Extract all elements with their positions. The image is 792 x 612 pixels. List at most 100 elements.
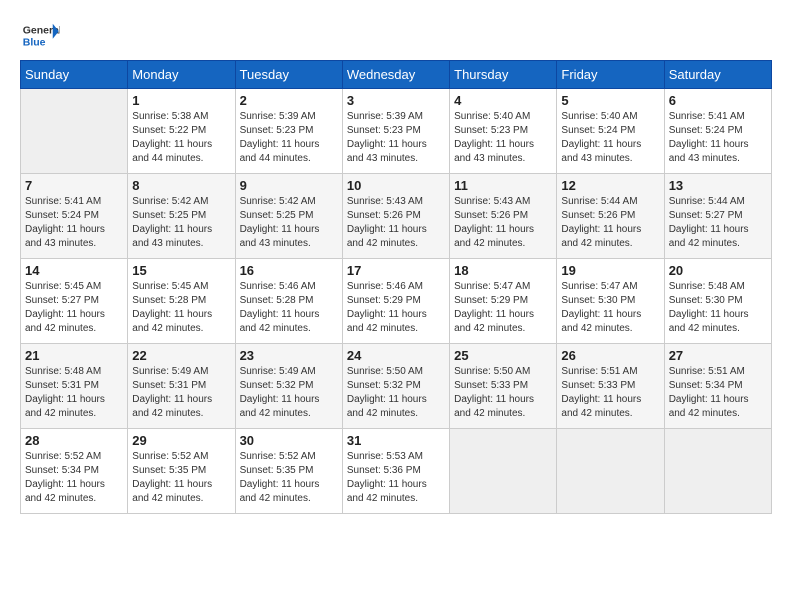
day-info: Sunrise: 5:44 AMSunset: 5:26 PMDaylight:… xyxy=(561,195,659,251)
calendar-cell xyxy=(664,429,771,514)
day-number: 3 xyxy=(347,93,445,108)
day-number: 23 xyxy=(240,348,338,363)
calendar-cell: 1Sunrise: 5:38 AMSunset: 5:22 PMDaylight… xyxy=(128,89,235,174)
calendar-table: SundayMondayTuesdayWednesdayThursdayFrid… xyxy=(20,60,772,514)
day-info: Sunrise: 5:49 AMSunset: 5:31 PMDaylight:… xyxy=(132,365,230,421)
header-sunday: Sunday xyxy=(21,61,128,89)
calendar-cell xyxy=(450,429,557,514)
calendar-cell: 22 Sunrise: 5:49 AMSunset: 5:31 PMDayligh… xyxy=(128,344,235,429)
day-info: Sunrise: 5:42 AMSunset: 5:25 PMDaylight:… xyxy=(240,195,338,251)
week-row-2: 7 Sunrise: 5:41 AMSunset: 5:24 PMDaylight… xyxy=(21,174,772,259)
calendar-cell: 27 Sunrise: 5:51 AMSunset: 5:34 PMDayligh… xyxy=(664,344,771,429)
day-number: 15 xyxy=(132,263,230,278)
calendar-cell: 18 Sunrise: 5:47 AMSunset: 5:29 PMDayligh… xyxy=(450,259,557,344)
day-info: Sunrise: 5:43 AMSunset: 5:26 PMDaylight:… xyxy=(454,195,552,251)
day-info: Sunrise: 5:50 AMSunset: 5:33 PMDaylight:… xyxy=(454,365,552,421)
week-row-5: 28 Sunrise: 5:52 AMSunset: 5:34 PMDayligh… xyxy=(21,429,772,514)
calendar-cell: 8 Sunrise: 5:42 AMSunset: 5:25 PMDaylight… xyxy=(128,174,235,259)
day-info: Sunrise: 5:46 AMSunset: 5:29 PMDaylight:… xyxy=(347,280,445,336)
day-info: Sunrise: 5:44 AMSunset: 5:27 PMDaylight:… xyxy=(669,195,767,251)
day-number: 18 xyxy=(454,263,552,278)
calendar-cell: 6 Sunrise: 5:41 AMSunset: 5:24 PMDaylight… xyxy=(664,89,771,174)
day-number: 10 xyxy=(347,178,445,193)
day-number: 17 xyxy=(347,263,445,278)
header-wednesday: Wednesday xyxy=(342,61,449,89)
week-row-1: 1Sunrise: 5:38 AMSunset: 5:22 PMDaylight… xyxy=(21,89,772,174)
day-number: 26 xyxy=(561,348,659,363)
day-info: Sunrise: 5:40 AMSunset: 5:23 PMDaylight:… xyxy=(454,110,552,166)
day-number: 13 xyxy=(669,178,767,193)
header-saturday: Saturday xyxy=(664,61,771,89)
day-number: 5 xyxy=(561,93,659,108)
week-row-4: 21Sunrise: 5:48 AMSunset: 5:31 PMDayligh… xyxy=(21,344,772,429)
week-row-3: 14 Sunrise: 5:45 AMSunset: 5:27 PMDayligh… xyxy=(21,259,772,344)
calendar-cell: 28 Sunrise: 5:52 AMSunset: 5:34 PMDayligh… xyxy=(21,429,128,514)
calendar-cell: 11 Sunrise: 5:43 AMSunset: 5:26 PMDayligh… xyxy=(450,174,557,259)
calendar-cell: 15Sunrise: 5:45 AMSunset: 5:28 PMDayligh… xyxy=(128,259,235,344)
calendar-cell: 14 Sunrise: 5:45 AMSunset: 5:27 PMDayligh… xyxy=(21,259,128,344)
header-monday: Monday xyxy=(128,61,235,89)
day-number: 27 xyxy=(669,348,767,363)
calendar-cell: 20 Sunrise: 5:48 AMSunset: 5:30 PMDayligh… xyxy=(664,259,771,344)
day-info: Sunrise: 5:52 AMSunset: 5:34 PMDaylight:… xyxy=(25,450,123,506)
day-number: 20 xyxy=(669,263,767,278)
day-number: 24 xyxy=(347,348,445,363)
calendar-cell: 19 Sunrise: 5:47 AMSunset: 5:30 PMDayligh… xyxy=(557,259,664,344)
day-number: 25 xyxy=(454,348,552,363)
header-friday: Friday xyxy=(557,61,664,89)
svg-text:Blue: Blue xyxy=(23,37,46,49)
header-tuesday: Tuesday xyxy=(235,61,342,89)
calendar-cell: 30Sunrise: 5:52 AMSunset: 5:35 PMDayligh… xyxy=(235,429,342,514)
day-number: 4 xyxy=(454,93,552,108)
day-number: 8 xyxy=(132,178,230,193)
day-info: Sunrise: 5:39 AMSunset: 5:23 PMDaylight:… xyxy=(347,110,445,166)
calendar-cell: 25 Sunrise: 5:50 AMSunset: 5:33 PMDayligh… xyxy=(450,344,557,429)
day-info: Sunrise: 5:52 AMSunset: 5:35 PMDaylight:… xyxy=(132,450,230,506)
day-info: Sunrise: 5:53 AMSunset: 5:36 PMDaylight:… xyxy=(347,450,445,506)
day-info: Sunrise: 5:47 AMSunset: 5:30 PMDaylight:… xyxy=(561,280,659,336)
day-info: Sunrise: 5:49 AMSunset: 5:32 PMDaylight:… xyxy=(240,365,338,421)
logo: General Blue xyxy=(20,20,60,50)
calendar-cell: 10 Sunrise: 5:43 AMSunset: 5:26 PMDayligh… xyxy=(342,174,449,259)
day-info: Sunrise: 5:45 AMSunset: 5:27 PMDaylight:… xyxy=(25,280,123,336)
calendar-cell: 7 Sunrise: 5:41 AMSunset: 5:24 PMDaylight… xyxy=(21,174,128,259)
day-info: Sunrise: 5:48 AMSunset: 5:30 PMDaylight:… xyxy=(669,280,767,336)
day-number: 1 xyxy=(132,93,230,108)
day-info: Sunrise: 5:52 AMSunset: 5:35 PMDaylight:… xyxy=(240,450,338,506)
page-header: General Blue xyxy=(20,20,772,50)
day-number: 16 xyxy=(240,263,338,278)
calendar-cell: 21Sunrise: 5:48 AMSunset: 5:31 PMDayligh… xyxy=(21,344,128,429)
day-info: Sunrise: 5:39 AMSunset: 5:23 PMDaylight:… xyxy=(240,110,338,166)
calendar-header-row: SundayMondayTuesdayWednesdayThursdayFrid… xyxy=(21,61,772,89)
day-info: Sunrise: 5:51 AMSunset: 5:33 PMDaylight:… xyxy=(561,365,659,421)
calendar-cell xyxy=(21,89,128,174)
calendar-cell: 29Sunrise: 5:52 AMSunset: 5:35 PMDayligh… xyxy=(128,429,235,514)
calendar-cell: 16 Sunrise: 5:46 AMSunset: 5:28 PMDayligh… xyxy=(235,259,342,344)
day-info: Sunrise: 5:51 AMSunset: 5:34 PMDaylight:… xyxy=(669,365,767,421)
calendar-cell: 3 Sunrise: 5:39 AMSunset: 5:23 PMDaylight… xyxy=(342,89,449,174)
day-info: Sunrise: 5:41 AMSunset: 5:24 PMDaylight:… xyxy=(669,110,767,166)
calendar-cell: 17 Sunrise: 5:46 AMSunset: 5:29 PMDayligh… xyxy=(342,259,449,344)
calendar-cell: 31 Sunrise: 5:53 AMSunset: 5:36 PMDayligh… xyxy=(342,429,449,514)
day-number: 14 xyxy=(25,263,123,278)
calendar-cell: 5 Sunrise: 5:40 AMSunset: 5:24 PMDaylight… xyxy=(557,89,664,174)
day-info: Sunrise: 5:43 AMSunset: 5:26 PMDaylight:… xyxy=(347,195,445,251)
day-number: 12 xyxy=(561,178,659,193)
day-number: 6 xyxy=(669,93,767,108)
day-number: 19 xyxy=(561,263,659,278)
day-info: Sunrise: 5:50 AMSunset: 5:32 PMDaylight:… xyxy=(347,365,445,421)
day-number: 7 xyxy=(25,178,123,193)
day-info: Sunrise: 5:42 AMSunset: 5:25 PMDaylight:… xyxy=(132,195,230,251)
day-number: 31 xyxy=(347,433,445,448)
day-info: Sunrise: 5:40 AMSunset: 5:24 PMDaylight:… xyxy=(561,110,659,166)
day-info: Sunrise: 5:41 AMSunset: 5:24 PMDaylight:… xyxy=(25,195,123,251)
day-number: 22 xyxy=(132,348,230,363)
day-info: Sunrise: 5:47 AMSunset: 5:29 PMDaylight:… xyxy=(454,280,552,336)
calendar-cell: 12 Sunrise: 5:44 AMSunset: 5:26 PMDayligh… xyxy=(557,174,664,259)
day-info: Sunrise: 5:46 AMSunset: 5:28 PMDaylight:… xyxy=(240,280,338,336)
calendar-cell: 23 Sunrise: 5:49 AMSunset: 5:32 PMDayligh… xyxy=(235,344,342,429)
calendar-cell: 26 Sunrise: 5:51 AMSunset: 5:33 PMDayligh… xyxy=(557,344,664,429)
day-number: 11 xyxy=(454,178,552,193)
header-thursday: Thursday xyxy=(450,61,557,89)
day-number: 28 xyxy=(25,433,123,448)
